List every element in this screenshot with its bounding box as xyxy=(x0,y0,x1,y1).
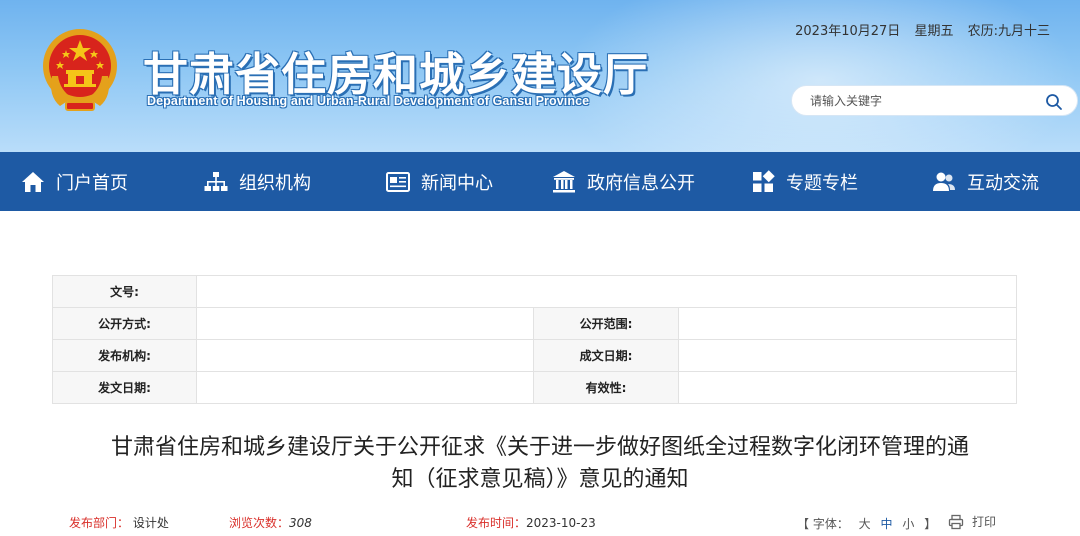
users-icon xyxy=(933,172,955,191)
nav-label: 政府信息公开 xyxy=(587,172,695,194)
search-icon[interactable] xyxy=(1045,93,1063,111)
issuer-value xyxy=(196,339,534,372)
grid-icon xyxy=(753,169,775,192)
lunar-date: 农历:九月十三 xyxy=(967,24,1050,39)
nav-item-organization[interactable]: 组织机构 xyxy=(203,152,311,211)
nav-label: 组织机构 xyxy=(239,172,311,194)
nav-label: 门户首页 xyxy=(56,172,128,194)
font-size-large[interactable]: 大 xyxy=(859,517,871,531)
nav-item-gov-info[interactable]: 政府信息公开 xyxy=(551,152,695,211)
table-row: 公开方式: 公开范围: xyxy=(52,307,1017,340)
current-date: 2023年10月27日 xyxy=(795,24,901,39)
views-label: 浏览次数： xyxy=(229,516,290,530)
validity-value xyxy=(678,371,1017,404)
time-label: 发布时间： xyxy=(466,516,527,530)
current-weekday: 星期五 xyxy=(914,24,954,39)
newspaper-icon xyxy=(386,171,410,192)
publish-department: 发布部门： 设计处 xyxy=(69,514,169,531)
font-size-medium[interactable]: 中 xyxy=(881,517,893,531)
table-row: 发布机构: 成文日期: xyxy=(52,339,1017,372)
search-box xyxy=(791,85,1078,116)
open-mode-value xyxy=(196,307,534,340)
doc-no-label: 文号: xyxy=(52,275,197,308)
dateline: 2023年10月27日 星期五 农历:九月十三 xyxy=(785,20,1050,39)
national-emblem-icon xyxy=(43,29,117,111)
nav-label: 互动交流 xyxy=(967,172,1039,194)
font-size-switcher: 【 字体： 大 中 小 】 xyxy=(797,515,936,532)
written-date-value xyxy=(678,339,1017,372)
font-size-small[interactable]: 小 xyxy=(902,517,914,531)
issuer-label: 发布机构: xyxy=(52,339,197,372)
document-meta-table: 文号: 公开方式: 公开范围: 发布机构: 成文日期: 发文日期: 有效性: xyxy=(52,275,1017,404)
font-size-label: 【 字体： xyxy=(797,517,849,531)
main-nav: 门户首页 组织机构 新闻中心 政府信息公开 专题专栏 互动交流 xyxy=(0,152,1080,211)
nav-item-topics[interactable]: 专题专栏 xyxy=(750,152,858,211)
article-title: 甘肃省住房和城乡建设厅关于公开征求《关于进一步做好图纸全过程数字化闭环管理的通 … xyxy=(60,432,1020,496)
search-input[interactable] xyxy=(810,91,1030,111)
views-value: 308 xyxy=(289,516,312,530)
issue-date-value xyxy=(196,371,534,404)
home-icon xyxy=(22,171,44,192)
printer-icon xyxy=(948,514,964,529)
nav-label: 新闻中心 xyxy=(421,172,493,194)
publish-time: 发布时间：2023-10-23 xyxy=(466,514,596,531)
written-date-label: 成文日期: xyxy=(533,339,679,372)
nav-item-news[interactable]: 新闻中心 xyxy=(385,152,493,211)
org-chart-icon xyxy=(204,171,228,191)
open-mode-label: 公开方式: xyxy=(52,307,197,340)
dept-value: 设计处 xyxy=(132,516,169,530)
issue-date-label: 发文日期: xyxy=(52,371,197,404)
nav-item-interaction[interactable]: 互动交流 xyxy=(931,152,1039,211)
table-row: 文号: xyxy=(52,275,1017,308)
validity-label: 有效性: xyxy=(533,371,679,404)
article-title-line-2: 知（征求意见稿）》意见的通知 xyxy=(391,467,689,492)
site-subtitle: Department of Housing and Urban-Rural De… xyxy=(147,94,590,108)
dept-label: 发布部门： xyxy=(69,516,130,530)
article-title-line-1: 甘肃省住房和城乡建设厅关于公开征求《关于进一步做好图纸全过程数字化闭环管理的通 xyxy=(110,435,969,460)
font-size-bracket-close: 】 xyxy=(924,517,937,531)
print-label: 打印 xyxy=(972,515,997,529)
open-scope-label: 公开范围: xyxy=(533,307,679,340)
table-row: 发文日期: 有效性: xyxy=(52,371,1017,404)
nav-item-home[interactable]: 门户首页 xyxy=(20,152,128,211)
nav-label: 专题专栏 xyxy=(786,172,858,194)
open-scope-value xyxy=(678,307,1017,340)
view-count: 浏览次数：308 xyxy=(229,514,312,531)
government-building-icon xyxy=(553,170,575,192)
print-button[interactable]: 打印 xyxy=(948,513,996,530)
time-value: 2023-10-23 xyxy=(526,516,596,530)
site-header: 甘肃省住房和城乡建设厅 Department of Housing and Ur… xyxy=(0,0,1080,152)
doc-no-value xyxy=(196,275,1017,308)
